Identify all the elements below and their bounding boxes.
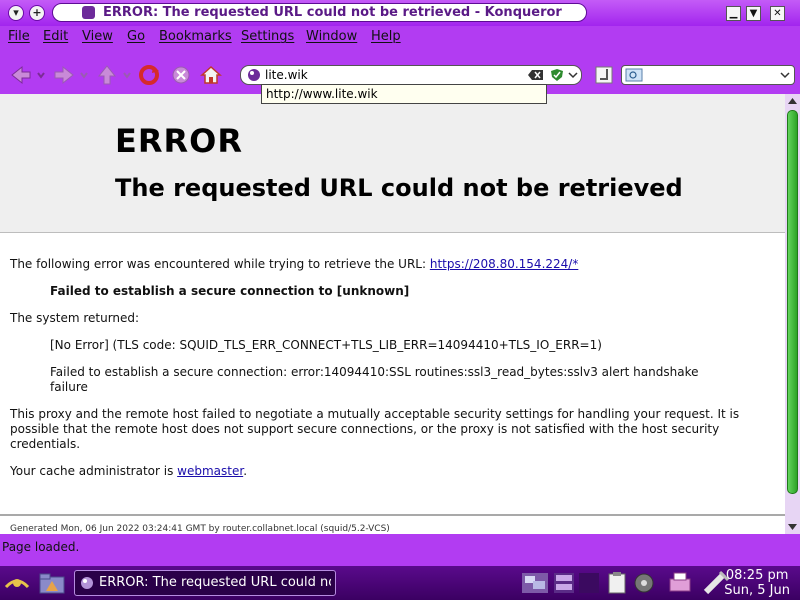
maximize-button[interactable]: ▼ <box>746 6 761 21</box>
task-label: ERROR: The requested URL could not be re… <box>99 575 331 590</box>
close-button[interactable]: ✕ <box>770 6 785 21</box>
location-history-chevron-icon[interactable] <box>568 70 578 80</box>
scroll-down-icon[interactable] <box>788 524 797 530</box>
menu-settings[interactable]: Settings <box>241 29 294 44</box>
forward-history-chevron-icon[interactable] <box>79 64 89 86</box>
minimize-button[interactable]: ▁ <box>726 6 741 21</box>
back-history-chevron-icon[interactable] <box>36 64 46 86</box>
autocomplete-suggestion[interactable]: http://www.lite.wik <box>266 87 378 101</box>
scroll-up-icon[interactable] <box>788 98 797 104</box>
back-arrow-icon[interactable] <box>10 64 32 86</box>
konqueror-app-icon <box>82 6 95 19</box>
klipper-clipboard-icon[interactable] <box>605 571 629 595</box>
taskbar-konqueror-task[interactable]: ERROR: The requested URL could not be re… <box>74 570 336 596</box>
status-text: Page loaded. <box>2 540 80 554</box>
location-bar[interactable]: lite.wik <box>240 65 582 85</box>
error-subheading: The requested URL could not be retrieved <box>115 174 683 202</box>
title-bar[interactable]: ▾ + ERROR: The requested URL could not b… <box>0 0 800 26</box>
home-folder-icon[interactable] <box>38 571 66 595</box>
up-history-chevron-icon[interactable] <box>122 64 132 86</box>
error-intro-text: The following error was encountered whil… <box>10 257 430 271</box>
clock-date: Sun, 5 Jun <box>724 583 790 598</box>
web-search-box[interactable] <box>621 65 795 85</box>
reload-icon[interactable] <box>138 64 160 86</box>
konqueror-window: ▾ + ERROR: The requested URL could not b… <box>0 0 800 566</box>
menu-help[interactable]: Help <box>371 29 401 44</box>
konqueror-task-icon <box>81 577 93 589</box>
menu-bar: File Edit View Go Bookmarks Settings Win… <box>0 26 800 48</box>
forward-arrow-icon[interactable] <box>53 64 75 86</box>
desktop-pager-2-icon[interactable] <box>553 572 575 594</box>
error-url-link[interactable]: https://208.80.154.224/* <box>430 257 578 271</box>
page-content: ERROR The requested URL could not be ret… <box>0 94 785 534</box>
system-error-detail: Failed to establish a secure connection:… <box>50 365 699 394</box>
kde-menu-icon[interactable] <box>4 571 30 595</box>
cache-admin-line: Your cache administrator is webmaster. <box>10 464 247 479</box>
title-pill: ERROR: The requested URL could not be re… <box>52 3 587 22</box>
status-bar: Page loaded. <box>0 536 800 558</box>
scrollbar-thumb[interactable] <box>787 110 798 494</box>
error-heading: ERROR <box>115 122 243 160</box>
menu-view[interactable]: View <box>82 29 113 44</box>
system-error-code: [No Error] (TLS code: SQUID_TLS_ERR_CONN… <box>50 338 602 352</box>
stop-icon[interactable] <box>170 64 192 86</box>
search-dropdown-chevron-icon[interactable] <box>780 70 790 80</box>
sticky-button[interactable]: + <box>29 5 45 21</box>
cache-admin-suffix: . <box>243 464 248 478</box>
location-input[interactable]: lite.wik <box>265 68 308 82</box>
footer-divider <box>0 514 785 516</box>
error-intro: The following error was encountered whil… <box>10 257 578 272</box>
up-arrow-icon[interactable] <box>96 64 118 86</box>
menu-edit[interactable]: Edit <box>43 29 68 44</box>
settings-gear-icon[interactable] <box>632 571 656 595</box>
go-button-icon[interactable] <box>594 65 614 85</box>
clear-location-icon[interactable] <box>528 69 544 81</box>
taskbar: ERROR: The requested URL could not be re… <box>0 566 800 600</box>
webmaster-link[interactable]: webmaster <box>177 464 243 478</box>
window-menu-button[interactable]: ▾ <box>8 5 24 21</box>
printer-icon[interactable] <box>667 570 693 596</box>
error-explanation: This proxy and the remote host failed to… <box>10 407 740 451</box>
menu-bookmarks[interactable]: Bookmarks <box>159 29 232 44</box>
footer-generated: Generated Mon, 06 Jun 2022 03:24:41 GMT … <box>10 524 390 534</box>
security-shield-icon[interactable] <box>550 68 564 82</box>
clock-time: 08:25 pm <box>725 568 789 583</box>
home-icon[interactable] <box>200 64 222 86</box>
menu-file[interactable]: File <box>8 29 30 44</box>
error-message: Failed to establish a secure connection … <box>50 284 410 298</box>
error-header: ERROR The requested URL could not be ret… <box>0 94 785 233</box>
clock[interactable]: 08:25 pm Sun, 5 Jun <box>724 568 790 598</box>
desktop-pager-3-icon[interactable] <box>578 572 600 594</box>
menu-go[interactable]: Go <box>127 29 145 44</box>
window-title: ERROR: The requested URL could not be re… <box>103 5 562 20</box>
menu-window[interactable]: Window <box>306 29 357 44</box>
desktop-pager-1-icon[interactable] <box>521 572 549 594</box>
url-autocomplete-popup[interactable]: http://www.lite.wik <box>261 84 547 104</box>
cache-admin-text: Your cache administrator is <box>10 464 178 478</box>
system-returned-label: The system returned: <box>10 311 140 325</box>
search-provider-icon[interactable] <box>625 68 643 82</box>
konqueror-page-icon <box>248 69 260 81</box>
